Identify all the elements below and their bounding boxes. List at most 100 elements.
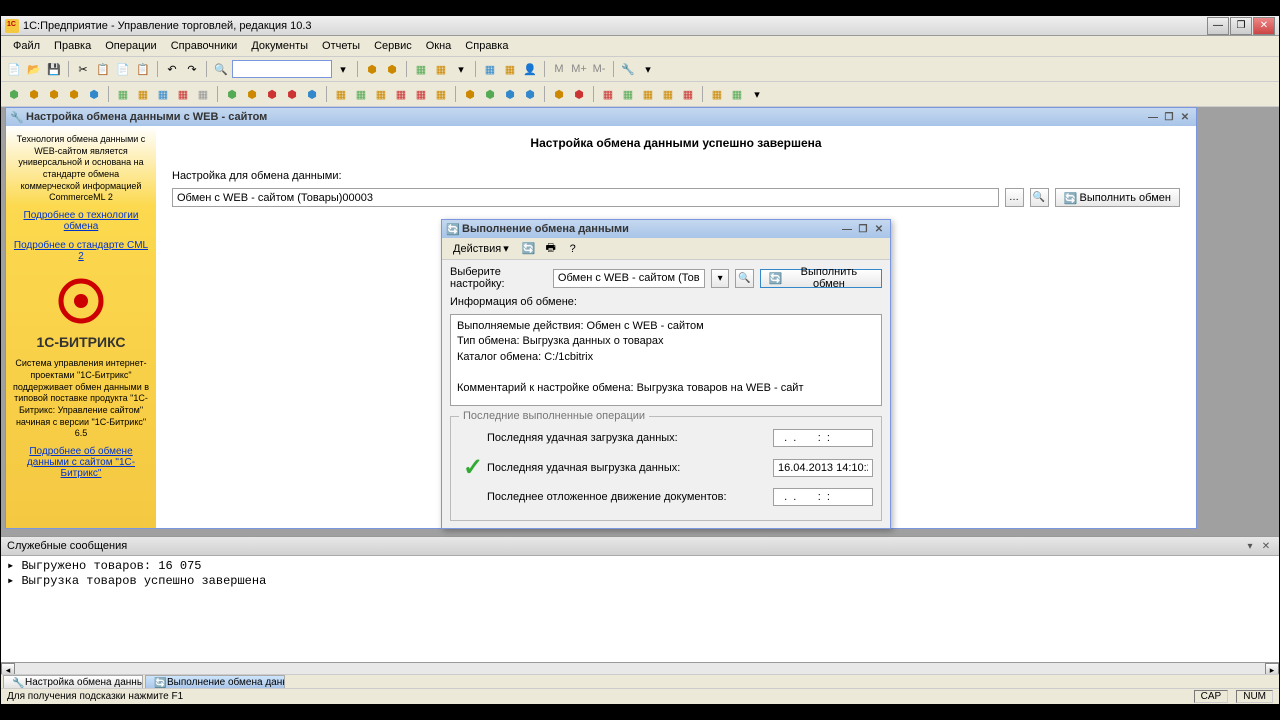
tb-icon[interactable]: ⬢: [5, 85, 23, 103]
tb-icon[interactable]: ▦: [728, 85, 746, 103]
undo-icon[interactable]: ↶: [163, 60, 181, 78]
messages-body[interactable]: Выгружено товаров: 16 075 Выгрузка товар…: [1, 556, 1279, 664]
close-button[interactable]: ✕: [1259, 539, 1273, 553]
execute-exchange-button[interactable]: 🔄 Выполнить обмен: [1055, 188, 1180, 207]
tb-icon[interactable]: ▦: [708, 85, 726, 103]
dropdown-icon[interactable]: ▾: [748, 85, 766, 103]
help-icon[interactable]: ?: [564, 240, 582, 258]
refresh-icon[interactable]: 🔄: [520, 240, 538, 258]
tb-icon[interactable]: ⬢: [303, 85, 321, 103]
tb-icon[interactable]: ⬢: [461, 85, 479, 103]
minimize-button[interactable]: —: [1207, 17, 1229, 35]
menu-edit[interactable]: Правка: [48, 38, 97, 54]
menu-service[interactable]: Сервис: [368, 38, 418, 54]
find-icon[interactable]: 🔍: [212, 60, 230, 78]
lookup-button[interactable]: 🔍: [1030, 188, 1049, 207]
tb-icon[interactable]: ⬢: [263, 85, 281, 103]
tool-icon[interactable]: ⬢: [363, 60, 381, 78]
minimize-button[interactable]: —: [840, 222, 854, 236]
print-icon[interactable]: 🖶: [542, 240, 560, 258]
paste2-icon[interactable]: 📋: [134, 60, 152, 78]
open-icon[interactable]: 📂: [25, 60, 43, 78]
ellipsis-button[interactable]: …: [1005, 188, 1024, 207]
tb-icon[interactable]: ▦: [392, 85, 410, 103]
close-button[interactable]: ✕: [1178, 110, 1192, 124]
tb-icon[interactable]: ⬢: [283, 85, 301, 103]
tb-icon[interactable]: ⬢: [570, 85, 588, 103]
maximize-button[interactable]: ❐: [856, 222, 870, 236]
tb-icon[interactable]: ▦: [154, 85, 172, 103]
search-input[interactable]: [232, 60, 332, 78]
grid-icon[interactable]: ▦: [481, 60, 499, 78]
tb-icon[interactable]: ▦: [114, 85, 132, 103]
last-load-input[interactable]: [773, 429, 873, 447]
tb-icon[interactable]: ⬢: [85, 85, 103, 103]
settings-select[interactable]: [553, 269, 705, 288]
tb-icon[interactable]: ⬢: [481, 85, 499, 103]
cut-icon[interactable]: ✂: [74, 60, 92, 78]
copy-icon[interactable]: 📋: [94, 60, 112, 78]
maximize-button[interactable]: ❐: [1162, 110, 1176, 124]
tb-icon[interactable]: ▦: [412, 85, 430, 103]
actions-menu[interactable]: Действия ▾: [446, 239, 516, 258]
dropdown-icon[interactable]: ▾: [639, 60, 657, 78]
tools-icon[interactable]: 🔧: [619, 60, 637, 78]
lookup-button[interactable]: 🔍: [735, 269, 753, 288]
tb-icon[interactable]: ⬢: [25, 85, 43, 103]
menu-windows[interactable]: Окна: [420, 38, 458, 54]
tb-icon[interactable]: ▦: [174, 85, 192, 103]
tb-icon[interactable]: ▦: [432, 85, 450, 103]
execute-exchange-button[interactable]: 🔄 Выполнить обмен: [760, 269, 882, 288]
maximize-button[interactable]: ❐: [1230, 17, 1252, 35]
collapse-button[interactable]: ▾: [1243, 539, 1257, 553]
redo-icon[interactable]: ↷: [183, 60, 201, 78]
tool-icon[interactable]: ▦: [432, 60, 450, 78]
m-icon[interactable]: M+: [570, 60, 588, 78]
tb-icon[interactable]: ⬢: [65, 85, 83, 103]
tb-icon[interactable]: ⬢: [223, 85, 241, 103]
tb-icon[interactable]: ⬢: [45, 85, 63, 103]
tb-icon[interactable]: ▦: [679, 85, 697, 103]
minimize-button[interactable]: —: [1146, 110, 1160, 124]
calendar-icon[interactable]: ▦: [501, 60, 519, 78]
menu-operations[interactable]: Операции: [99, 38, 162, 54]
dropdown-button[interactable]: ▾: [711, 269, 729, 288]
m-icon[interactable]: M-: [590, 60, 608, 78]
tb-icon[interactable]: ⬢: [521, 85, 539, 103]
user-icon[interactable]: 👤: [521, 60, 539, 78]
tool-icon[interactable]: ▦: [412, 60, 430, 78]
tb-icon[interactable]: ▦: [352, 85, 370, 103]
dropdown-icon[interactable]: ▾: [452, 60, 470, 78]
last-unload-input[interactable]: [773, 459, 873, 477]
menu-reports[interactable]: Отчеты: [316, 38, 366, 54]
tb-icon[interactable]: ⬢: [243, 85, 261, 103]
tb-icon[interactable]: ▦: [599, 85, 617, 103]
paste-icon[interactable]: 📄: [114, 60, 132, 78]
close-button[interactable]: ✕: [872, 222, 886, 236]
close-button[interactable]: ✕: [1253, 17, 1275, 35]
tb-icon[interactable]: ▦: [194, 85, 212, 103]
new-icon[interactable]: 📄: [5, 60, 23, 78]
tb-icon[interactable]: ▦: [332, 85, 350, 103]
tb-icon[interactable]: ▦: [619, 85, 637, 103]
tb-icon[interactable]: ▦: [639, 85, 657, 103]
tb-icon[interactable]: ▦: [659, 85, 677, 103]
menu-documents[interactable]: Документы: [245, 38, 314, 54]
menu-help[interactable]: Справка: [459, 38, 514, 54]
tech-link[interactable]: Подробнее о технологии обмена: [12, 210, 150, 232]
tool-icon[interactable]: ⬢: [383, 60, 401, 78]
menu-file[interactable]: Файл: [7, 38, 46, 54]
tb-icon[interactable]: ⬢: [550, 85, 568, 103]
info-textarea[interactable]: Выполняемые действия: Обмен с WEB - сайт…: [450, 314, 882, 406]
last-deferred-input[interactable]: [773, 488, 873, 506]
settings-input[interactable]: [172, 188, 999, 207]
dropdown-icon[interactable]: ▾: [334, 60, 352, 78]
tb-icon[interactable]: ▦: [372, 85, 390, 103]
m-icon[interactable]: M: [550, 60, 568, 78]
tb-icon[interactable]: ⬢: [501, 85, 519, 103]
menu-catalogs[interactable]: Справочники: [165, 38, 244, 54]
bitrix-link[interactable]: Подробнее об обмене данными с сайтом "1С…: [12, 446, 150, 479]
cml-link[interactable]: Подробнее о стандарте CML 2: [12, 240, 150, 262]
tb-icon[interactable]: ▦: [134, 85, 152, 103]
save-icon[interactable]: 💾: [45, 60, 63, 78]
